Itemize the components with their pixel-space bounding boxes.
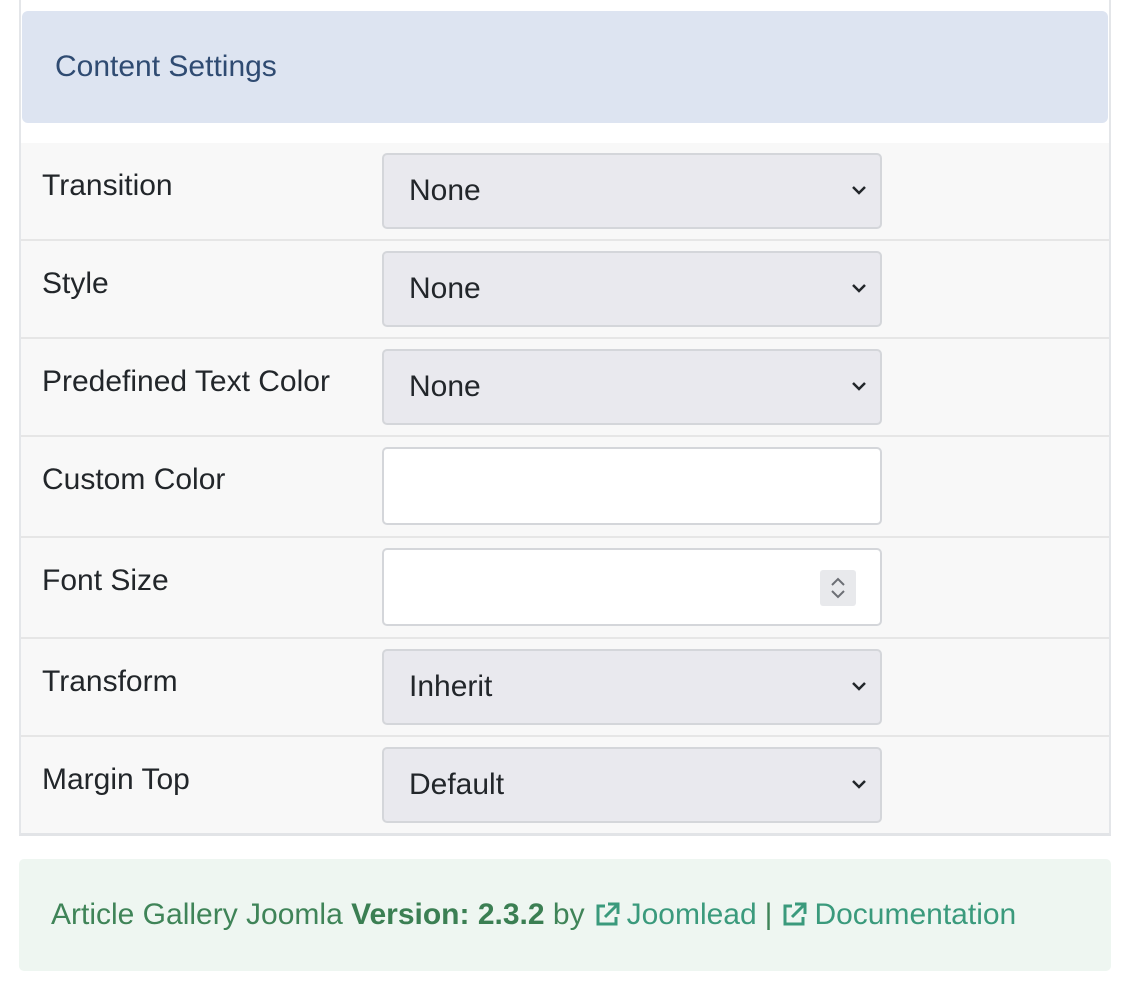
- by-text: by: [552, 898, 585, 931]
- margin-top-select[interactable]: Default: [382, 747, 882, 823]
- chevron-down-icon: [852, 382, 866, 391]
- text-color-label: Predefined Text Color: [42, 365, 330, 398]
- setting-row-font-size: Font Size: [21, 538, 1109, 639]
- section-header: Content Settings: [22, 11, 1108, 123]
- joomlead-link-text: Joomlead: [626, 898, 757, 931]
- version-label: Version: 2.3.2: [351, 898, 545, 931]
- transition-value: None: [409, 174, 481, 207]
- settings-rows: Transition None Style None Predefined Te…: [21, 143, 1109, 833]
- custom-color-input[interactable]: [382, 447, 882, 525]
- spinner-arrows-icon: [831, 577, 845, 599]
- section-title: Content Settings: [55, 50, 277, 83]
- style-value: None: [409, 272, 481, 305]
- transform-label: Transform: [42, 665, 178, 698]
- chevron-down-icon: [852, 186, 866, 195]
- margin-top-label: Margin Top: [42, 763, 190, 796]
- custom-color-label: Custom Color: [42, 463, 226, 496]
- footer-separator: |: [764, 898, 773, 931]
- setting-row-transform: Transform Inherit: [21, 639, 1109, 737]
- joomlead-link[interactable]: Joomlead: [585, 898, 757, 932]
- external-link-icon: [783, 902, 807, 926]
- setting-row-custom-color: Custom Color: [21, 437, 1109, 538]
- text-color-value: None: [409, 370, 481, 403]
- setting-row-transition: Transition None: [21, 143, 1109, 241]
- font-size-label: Font Size: [42, 564, 169, 597]
- documentation-link[interactable]: Documentation: [780, 898, 1016, 932]
- style-label: Style: [42, 267, 109, 300]
- documentation-link-text: Documentation: [814, 898, 1017, 931]
- margin-top-value: Default: [409, 768, 505, 801]
- setting-row-margin-top: Margin Top Default: [21, 737, 1109, 833]
- font-size-input[interactable]: [382, 548, 882, 626]
- version-footer: Article Gallery Joomla Version: 2.3.2 by…: [19, 859, 1111, 971]
- transition-label: Transition: [42, 169, 173, 202]
- external-link-icon: [596, 902, 620, 926]
- chevron-down-icon: [852, 682, 866, 691]
- product-name: Article Gallery Joomla: [51, 898, 343, 931]
- settings-panel: Content Settings Transition None Style N…: [19, 0, 1111, 836]
- setting-row-text-color: Predefined Text Color None: [21, 339, 1109, 437]
- style-select[interactable]: None: [382, 251, 882, 327]
- chevron-down-icon: [852, 284, 866, 293]
- transform-value: Inherit: [409, 670, 493, 703]
- transform-select[interactable]: Inherit: [382, 649, 882, 725]
- number-spinner[interactable]: [820, 570, 856, 606]
- setting-row-style: Style None: [21, 241, 1109, 339]
- chevron-down-icon: [852, 780, 866, 789]
- text-color-select[interactable]: None: [382, 349, 882, 425]
- transition-select[interactable]: None: [382, 153, 882, 229]
